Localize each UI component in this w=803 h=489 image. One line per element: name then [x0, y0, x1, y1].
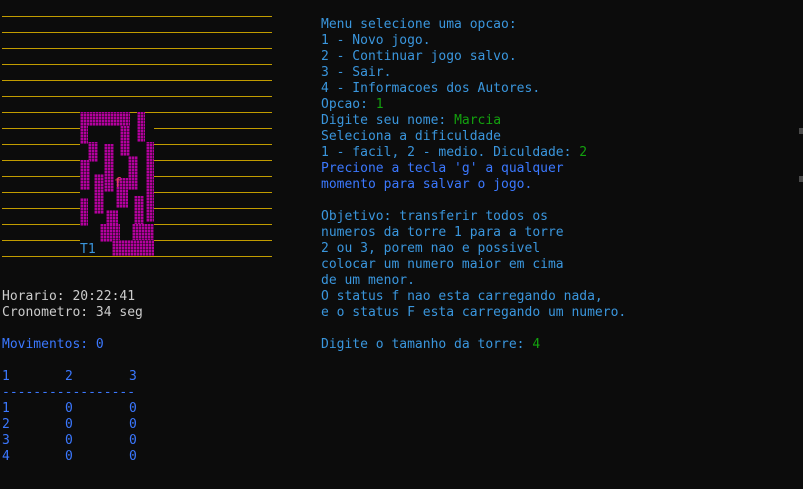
table-cell: 1 [2, 401, 10, 416]
board-block [137, 112, 145, 142]
timer-value: 34 seg [95, 305, 143, 320]
table-cell: 4 [2, 449, 10, 464]
board-block [80, 112, 130, 126]
objective-line: O status f nao esta carregando nada, [321, 289, 603, 304]
moves-value: 0 [95, 337, 104, 352]
board-block [94, 174, 104, 214]
name-prompt: Digite seu nome: [321, 113, 455, 128]
tower-line [2, 16, 272, 17]
size-prompt: Digite o tamanho da torre: [321, 337, 533, 352]
save-hint: Precione a tecla 'g' a qualquer [321, 161, 564, 176]
moves-label: Movimentos: [2, 337, 96, 352]
table-cell: 0 [65, 417, 73, 432]
tower-line [154, 192, 272, 193]
table-cell: 0 [129, 417, 137, 432]
tower-line [2, 240, 80, 241]
tower-line [2, 80, 272, 81]
board-block [134, 196, 144, 226]
table-header-1: 1 [2, 369, 10, 384]
table-cell: 0 [129, 401, 137, 416]
option-value: 1 [375, 97, 384, 112]
objective-line: colocar um numero maior em cima [321, 257, 564, 272]
table-cell: 0 [129, 433, 137, 448]
table-header-3: 3 [129, 369, 137, 384]
tower-board: f [80, 112, 154, 258]
tower-line [154, 208, 272, 209]
menu-option: 3 - Sair. [321, 65, 392, 80]
difficulty-line: 1 - facil, 2 - medio. Diculdade: 2 [321, 145, 587, 161]
clock-label: Horario: [2, 289, 73, 304]
objective-line: Objetivo: transferir todos os [321, 209, 548, 224]
scrollbar-thumb[interactable] [799, 128, 803, 134]
board-block [112, 240, 154, 256]
moves-line: Movimentos: 0 [2, 337, 104, 353]
tower-line [154, 160, 272, 161]
tower-line [2, 32, 272, 33]
menu-option: 2 - Continuar jogo salvo. [321, 49, 517, 64]
tower-line [2, 96, 272, 97]
board-block [80, 198, 88, 226]
tower-line [2, 160, 80, 161]
board-block [80, 160, 90, 190]
table-cell: 0 [65, 449, 73, 464]
difficulty-value: 2 [579, 145, 588, 160]
size-line: Digite o tamanho da torre: 4 [321, 337, 540, 353]
difficulty-prompt: 1 - facil, 2 - medio. Diculdade: [321, 145, 580, 160]
tower-line [154, 240, 272, 241]
status-marker: f [114, 176, 122, 191]
menu-title: Menu selecione uma opcao: [321, 17, 517, 32]
board-block [146, 142, 154, 222]
size-value: 4 [532, 337, 541, 352]
table-cell: 0 [65, 401, 73, 416]
save-hint: momento para salvar o jogo. [321, 177, 533, 192]
tower-line [2, 192, 80, 193]
tower-label: T1 [80, 242, 96, 257]
objective-line: de um menor. [321, 273, 415, 288]
tower-line [2, 224, 80, 225]
difficulty-title: Seleciona a dificuldade [321, 129, 502, 144]
table-cell: 0 [129, 449, 137, 464]
clock-value: 20:22:41 [72, 289, 136, 304]
objective-line: numeros da torre 1 para a torre [321, 225, 564, 240]
clock-line: Horario: 20:22:41 [2, 289, 135, 305]
name-value: Marcia [454, 113, 502, 128]
name-line: Digite seu nome: Marcia [321, 113, 501, 129]
option-prompt: Opcao: [321, 97, 376, 112]
table-cell: 2 [2, 417, 10, 432]
menu-option: 4 - Informacoes dos Autores. [321, 81, 541, 96]
table-cell: 0 [65, 433, 73, 448]
board-block [104, 144, 114, 192]
tower-line [2, 128, 80, 129]
option-line: Opcao: 1 [321, 97, 384, 113]
menu-option: 1 - Novo jogo. [321, 33, 431, 48]
scrollbar-thumb[interactable] [799, 176, 803, 182]
board-block [120, 126, 130, 156]
table-cell: 3 [2, 433, 10, 448]
timer-label: Cronometro: [2, 305, 96, 320]
tower-line [2, 176, 80, 177]
timer-line: Cronometro: 34 seg [2, 305, 143, 321]
objective-line: 2 ou 3, porem nao e possivel [321, 241, 541, 256]
tower-line [2, 144, 80, 145]
tower-line [154, 144, 272, 145]
tower-line [2, 64, 272, 65]
tower-line [2, 48, 272, 49]
tower-line [2, 208, 80, 209]
table-separator: ----------------- [2, 385, 136, 400]
board-block [88, 142, 98, 162]
objective-line: e o status F esta carregando um numero. [321, 305, 627, 320]
board-block [128, 156, 138, 190]
board-block [80, 126, 88, 144]
table-header-2: 2 [65, 369, 73, 384]
tower-line [154, 176, 272, 177]
tower-line [154, 224, 272, 225]
tower-line [154, 128, 272, 129]
